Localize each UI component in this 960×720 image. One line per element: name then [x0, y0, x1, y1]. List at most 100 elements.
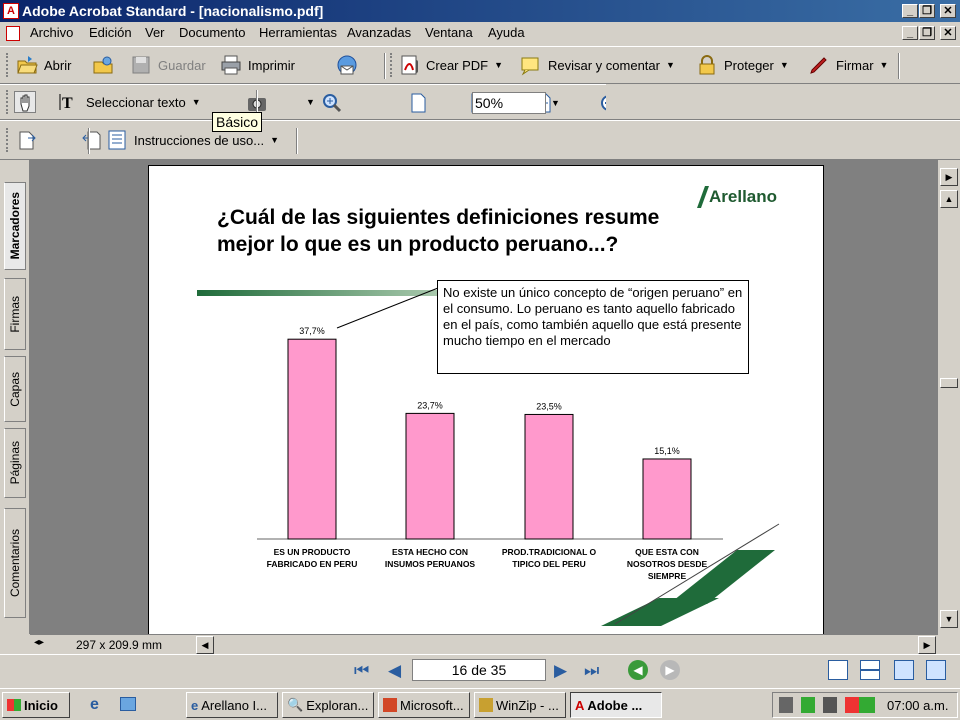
save-button[interactable]: Guardar	[130, 52, 206, 78]
tools-toolbar: T Seleccionar texto ▼ ▼ ▼	[0, 84, 774, 120]
doc-close-button[interactable]: ✕	[940, 26, 956, 40]
value-label-2: 23,7%	[417, 400, 443, 410]
sign-button[interactable]: Firmar ▼	[808, 52, 888, 78]
restore-button[interactable]: ❐	[919, 4, 935, 18]
next-page-icon[interactable]: ▶	[554, 661, 567, 681]
toolbar-empty-area	[606, 84, 960, 120]
task-adobe[interactable]: A Adobe ...	[570, 692, 662, 718]
bar-3	[524, 413, 574, 540]
tab-layers[interactable]: Capas	[4, 356, 26, 422]
create-pdf-button[interactable]: Crear PDF ▼	[398, 52, 503, 78]
menu-avanzadas[interactable]: Avanzadas	[347, 25, 411, 40]
previous-page-icon[interactable]: ◀	[388, 661, 401, 681]
taskbar: Inicio e e Arellano I... 🔍 Exploran... Mic…	[0, 688, 960, 720]
save-label: Guardar	[158, 57, 206, 73]
single-page-icon[interactable]	[828, 660, 848, 680]
navigation-panel: Marcadores Firmas Capas Páginas Comentar…	[0, 160, 30, 634]
scroll-left-icon[interactable]: ◀	[196, 636, 214, 654]
scroll-down-icon[interactable]: ▼	[940, 610, 958, 628]
window-title: Adobe Acrobat Standard - [nacionalismo.p…	[22, 3, 324, 19]
tray-icons[interactable]	[779, 697, 875, 713]
title-bar: A Adobe Acrobat Standard - [nacionalismo…	[0, 0, 960, 22]
last-page-icon[interactable]: ⏭	[584, 661, 599, 681]
select-text-label: Seleccionar texto	[86, 94, 186, 110]
category-label-4: NOSOTROS DESDE	[627, 559, 708, 569]
chevron-down-icon[interactable]: ▼	[666, 60, 675, 70]
status-bar: ◂▸ 297 x 209.9 mm ◀ ▶	[30, 634, 938, 654]
print-button[interactable]: Imprimir	[220, 52, 295, 78]
page-navigation-bar: ⏮ ◀ ▶ ⏭ ◀ ▶	[0, 654, 960, 686]
tab-signatures[interactable]: Firmas	[4, 278, 26, 350]
winzip-icon	[479, 698, 493, 712]
go-forward-icon[interactable]: ▶	[660, 660, 680, 680]
task-winzip[interactable]: WinZip - ...	[474, 692, 566, 718]
sign-label: Firmar	[836, 57, 874, 73]
select-text-button[interactable]: T Seleccionar texto ▼	[58, 89, 201, 115]
lock-icon	[696, 54, 718, 76]
chevron-down-icon[interactable]: ▼	[270, 135, 279, 145]
first-page-icon[interactable]: ⏮	[354, 661, 369, 681]
menu-archivo[interactable]: Archivo	[30, 25, 73, 40]
split-handle-icon[interactable]: ◂▸	[34, 637, 44, 648]
organizer-icon[interactable]	[92, 54, 114, 76]
scroll-right-icon[interactable]: ▶	[918, 636, 936, 654]
chevron-down-icon[interactable]: ▼	[780, 60, 789, 70]
chevron-down-icon[interactable]: ▼	[880, 60, 889, 70]
zoom-in-icon[interactable]	[321, 92, 343, 114]
chevron-down-icon[interactable]: ▼	[192, 97, 201, 107]
review-comment-button[interactable]: Revisar y comentar ▼	[520, 52, 675, 78]
category-label-3: TIPICO DEL PERU	[512, 559, 586, 569]
open-label: Abrir	[44, 57, 72, 73]
email-icon[interactable]	[336, 54, 358, 76]
actual-size-icon[interactable]	[407, 92, 429, 114]
scroll-thumb[interactable]	[940, 378, 958, 388]
explorer-icon: 🔍	[287, 697, 304, 712]
print-label: Imprimir	[248, 57, 295, 73]
facing-icon[interactable]	[894, 660, 914, 680]
windows-logo-icon	[7, 699, 21, 711]
continuous-icon[interactable]	[860, 660, 880, 680]
doc-restore-button[interactable]: ❐	[919, 26, 935, 40]
hand-tool-icon[interactable]	[14, 91, 36, 113]
go-back-icon[interactable]: ◀	[628, 660, 648, 680]
menu-ventana[interactable]: Ventana	[425, 25, 473, 40]
doc-minimize-button[interactable]: _	[902, 26, 918, 40]
acrobat-icon: A	[575, 697, 585, 713]
chevron-down-icon[interactable]: ▼	[494, 60, 503, 70]
tab-pages[interactable]: Páginas	[4, 428, 26, 498]
tab-bookmarks[interactable]: Marcadores	[4, 182, 26, 270]
task-microsoft[interactable]: Microsoft...	[378, 692, 470, 718]
outlook-icon[interactable]	[120, 697, 136, 711]
menu-herramientas[interactable]: Herramientas	[259, 25, 337, 40]
document-area[interactable]: ¿Cuál de las siguientes definiciones res…	[30, 160, 938, 634]
category-label-4: SIEMPRE	[648, 571, 687, 581]
vertical-scrollbar[interactable]: ▶ ▲ ▼	[938, 160, 960, 634]
page-number-input[interactable]	[412, 659, 546, 681]
tab-comments[interactable]: Comentarios	[4, 508, 26, 618]
task-arellano[interactable]: e Arellano I...	[186, 692, 278, 718]
chevron-down-icon[interactable]: ▼	[551, 98, 560, 108]
task-explorer[interactable]: 🔍 Exploran...	[282, 692, 374, 718]
zoom-level-input[interactable]	[472, 92, 546, 114]
scroll-up-icon[interactable]: ▲	[940, 190, 958, 208]
chevron-down-icon[interactable]: ▼	[306, 97, 315, 107]
start-button[interactable]: Inicio	[2, 692, 70, 718]
insert-page-icon[interactable]	[16, 129, 38, 151]
ie-icon[interactable]: e	[90, 696, 99, 714]
extract-page-icon[interactable]	[80, 129, 102, 151]
protect-button[interactable]: Proteger ▼	[696, 52, 789, 78]
continuous-facing-icon[interactable]	[926, 660, 946, 680]
create-pdf-label: Crear PDF	[426, 57, 489, 73]
close-button[interactable]: ✕	[940, 4, 956, 18]
open-button[interactable]: Abrir	[16, 52, 71, 78]
menu-ayuda[interactable]: Ayuda	[488, 25, 525, 40]
menu-documento[interactable]: Documento	[179, 25, 245, 40]
menu-edicion[interactable]: Edición	[89, 25, 132, 40]
menu-ver[interactable]: Ver	[145, 25, 165, 40]
create-pdf-icon	[398, 54, 420, 76]
page-nav-right-icon[interactable]: ▶	[940, 168, 958, 186]
acrobat-icon: A	[3, 3, 19, 19]
printer-icon	[220, 54, 242, 76]
minimize-button[interactable]: _	[902, 4, 918, 18]
pdf-page: ¿Cuál de las siguientes definiciones res…	[148, 165, 824, 634]
